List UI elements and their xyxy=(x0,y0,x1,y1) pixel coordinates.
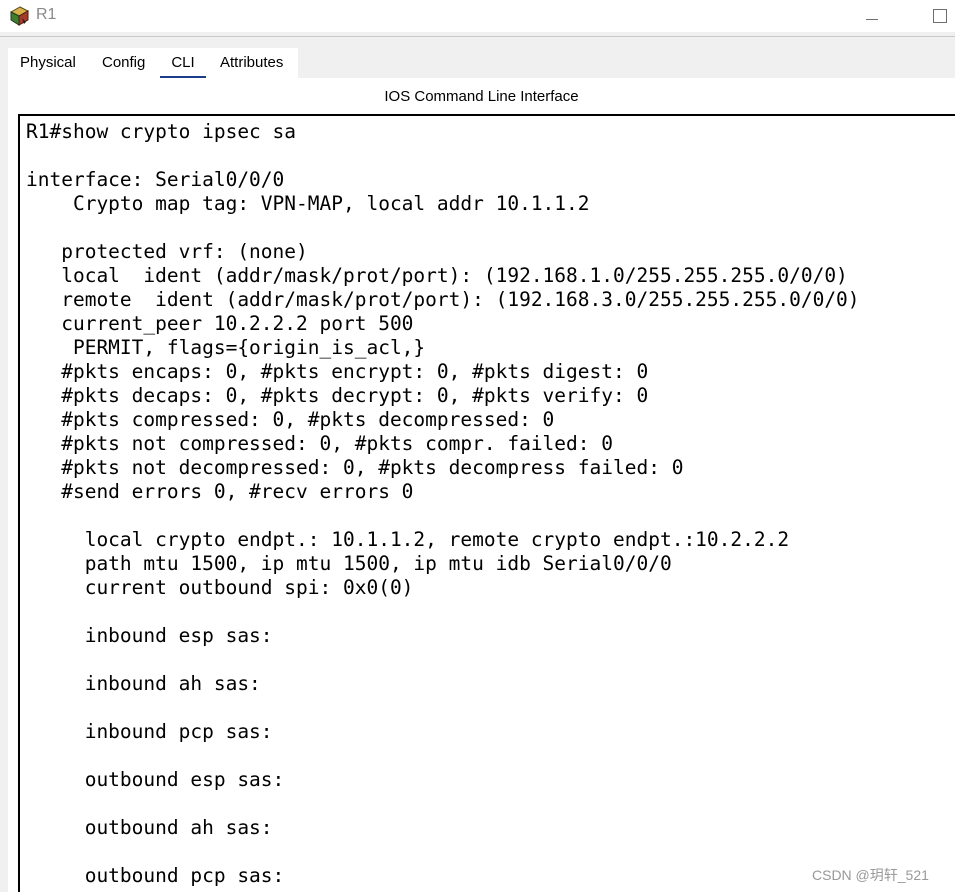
terminal-line: inbound pcp sas: xyxy=(26,720,273,743)
terminal-line: #pkts encaps: 0, #pkts encrypt: 0, #pkts… xyxy=(26,360,649,383)
tab-physical[interactable]: Physical xyxy=(20,54,76,76)
terminal-line: R1#show crypto ipsec sa xyxy=(26,120,297,143)
terminal-line: inbound esp sas: xyxy=(26,624,273,647)
terminal-output: R1#show crypto ipsec sa interface: Serial… xyxy=(26,120,860,888)
tab-config[interactable]: Config xyxy=(102,54,145,76)
maximize-button[interactable] xyxy=(920,4,955,28)
panel-title: IOS Command Line Interface xyxy=(384,88,579,105)
terminal-line: inbound ah sas: xyxy=(26,672,261,695)
terminal-line: PERMIT, flags={origin_is_acl,} xyxy=(26,336,426,359)
minimize-button[interactable] xyxy=(852,4,892,28)
cli-terminal[interactable]: R1#show crypto ipsec sa interface: Serial… xyxy=(18,114,955,892)
terminal-line: remote ident (addr/mask/prot/port): (192… xyxy=(26,288,860,311)
watermark: CSDN @玥轩_521 xyxy=(812,867,929,883)
terminal-line: current outbound spi: 0x0(0) xyxy=(26,576,414,599)
maximize-icon xyxy=(933,9,947,23)
terminal-line: #pkts not compressed: 0, #pkts compr. fa… xyxy=(26,432,613,455)
terminal-line: outbound ah sas: xyxy=(26,816,273,839)
terminal-line: local ident (addr/mask/prot/port): (192.… xyxy=(26,264,848,287)
tab-bar: Physical Config CLI Attributes xyxy=(8,48,298,79)
terminal-line: outbound esp sas: xyxy=(26,768,285,791)
terminal-line: #pkts not decompressed: 0, #pkts decompr… xyxy=(26,456,684,479)
terminal-line: protected vrf: (none) xyxy=(26,240,308,263)
terminal-line: #pkts compressed: 0, #pkts decompressed:… xyxy=(26,408,555,431)
terminal-line: current_peer 10.2.2.2 port 500 xyxy=(26,312,414,335)
title-bar: R1 xyxy=(0,0,955,32)
terminal-line: local crypto endpt.: 10.1.1.2, remote cr… xyxy=(26,528,790,551)
minimize-icon xyxy=(866,19,878,20)
tab-cli[interactable]: CLI xyxy=(160,54,206,79)
tab-attributes[interactable]: Attributes xyxy=(220,54,283,76)
cli-panel: IOS Command Line Interface R1#show crypt… xyxy=(8,78,955,892)
terminal-line: #send errors 0, #recv errors 0 xyxy=(26,480,414,503)
terminal-line: outbound pcp sas: xyxy=(26,864,285,887)
router-app-icon xyxy=(8,4,32,28)
terminal-line: #pkts decaps: 0, #pkts decrypt: 0, #pkts… xyxy=(26,384,649,407)
window-title: R1 xyxy=(36,6,57,23)
terminal-line: path mtu 1500, ip mtu 1500, ip mtu idb S… xyxy=(26,552,672,575)
terminal-line: Crypto map tag: VPN-MAP, local addr 10.1… xyxy=(26,192,590,215)
terminal-line: interface: Serial0/0/0 xyxy=(26,168,285,191)
title-divider xyxy=(0,36,955,37)
